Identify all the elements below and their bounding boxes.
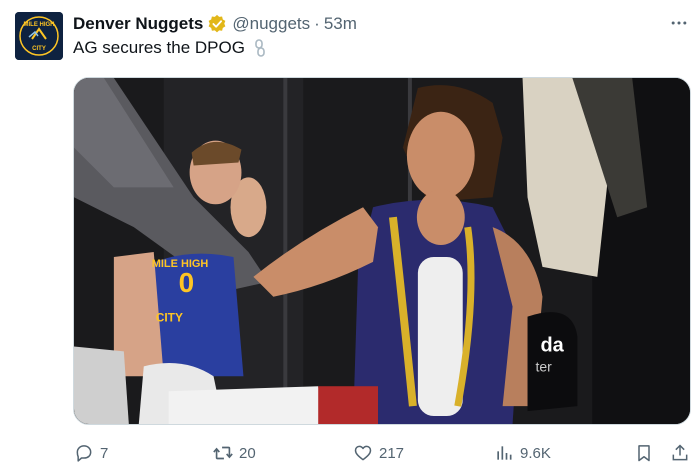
tweet-body: AG secures the DPOG <box>73 38 245 57</box>
bookmark-icon <box>633 442 655 464</box>
background-sign-sub: ter <box>536 358 553 374</box>
bookmark-button[interactable] <box>633 440 655 466</box>
view-count: 9.6K <box>520 444 551 462</box>
link-chain-icon <box>251 39 269 57</box>
reply-button[interactable]: 7 <box>73 440 108 466</box>
jersey-number: 0 <box>179 267 195 298</box>
tweet-card[interactable]: MILE HIGH CITY Denver Nuggets @nuggets ·… <box>0 0 700 469</box>
share-button[interactable] <box>669 440 691 466</box>
avatar-text-bottom: CITY <box>32 46 46 52</box>
avatar-text-top: MILE HIGH <box>24 22 55 28</box>
heart-icon <box>352 442 374 464</box>
tweet-header: Denver Nuggets @nuggets · 53m <box>73 12 357 36</box>
verified-badge-icon[interactable] <box>207 14 227 34</box>
views-chart-icon <box>493 442 515 464</box>
views-button[interactable]: 9.6K <box>493 440 551 466</box>
action-bar: 7 20 217 9.6K <box>73 440 697 466</box>
jersey-city: CITY <box>156 311 183 325</box>
video-frame: 0 MILE HIGH CITY da ter <box>74 78 690 424</box>
like-count: 217 <box>379 444 405 462</box>
reply-count: 7 <box>100 444 109 462</box>
video-media[interactable]: 0 MILE HIGH CITY da ter <box>73 77 691 425</box>
author-handle[interactable]: @nuggets <box>232 14 310 34</box>
timestamp[interactable]: 53m <box>324 14 357 34</box>
tweet-text: AG secures the DPOG <box>73 38 269 58</box>
reply-icon <box>73 442 95 464</box>
more-horizontal-icon[interactable] <box>664 12 694 34</box>
background-sign: da <box>540 334 564 356</box>
repost-count: 20 <box>239 444 256 462</box>
share-icon <box>669 442 691 464</box>
author-name[interactable]: Denver Nuggets <box>73 14 203 34</box>
repost-icon <box>212 442 234 464</box>
like-button[interactable]: 217 <box>352 440 404 466</box>
nuggets-logo: MILE HIGH CITY <box>15 12 63 60</box>
separator-dot: · <box>314 14 320 33</box>
repost-button[interactable]: 20 <box>212 440 256 466</box>
avatar[interactable]: MILE HIGH CITY <box>15 12 63 60</box>
jersey-text: MILE HIGH <box>152 258 209 270</box>
